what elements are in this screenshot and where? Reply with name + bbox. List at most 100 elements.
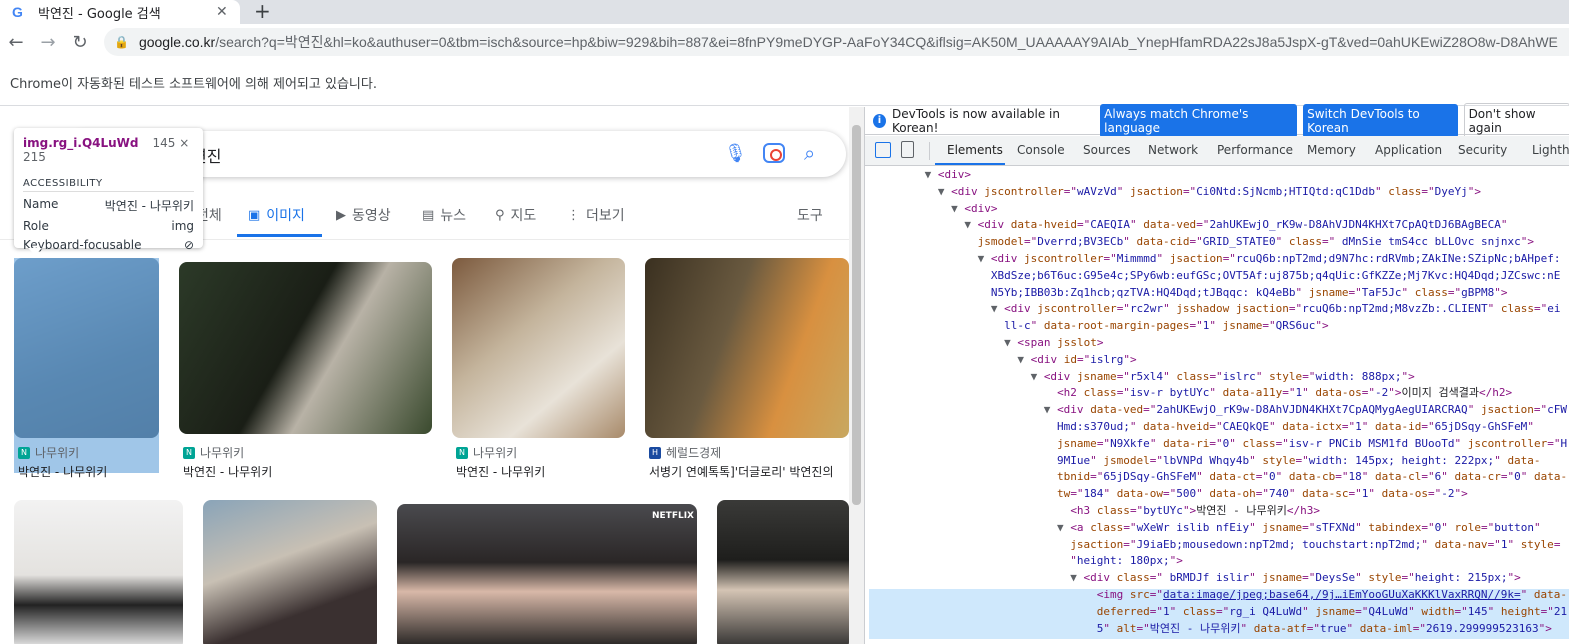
result-image-5[interactable] [14, 500, 183, 644]
tab-news-label: 뉴스 [440, 208, 467, 224]
dom-node[interactable]: jsmodel="Dverrd;BV3ECb" data-cid="GRID_S… [865, 234, 1534, 251]
new-tab-icon[interactable]: + [254, 0, 271, 24]
value: 박연진 - 나무위키 [104, 199, 194, 213]
tab-console[interactable]: Console [1017, 143, 1065, 157]
tools-button[interactable]: 도구 [797, 205, 823, 225]
banner-text: DevTools is now available in Korean! [891, 106, 1060, 135]
result-image-3[interactable] [452, 258, 625, 438]
dom-node[interactable]: jsaction="J9iaEb;mousedown:npT2md; touch… [865, 537, 1560, 554]
source-label: 헤럴드경제 [666, 446, 722, 460]
result-image-8[interactable] [717, 500, 849, 644]
dom-node[interactable]: N5Yb;IBB03b:Zq1hcb;qzTVA:HQ4Dqd;tJBqqc: … [865, 285, 1508, 302]
tab-application[interactable]: Application [1375, 143, 1442, 157]
dom-node-selected[interactable]: 5" alt="박연진 - 나무위키" data-atf="true" data… [865, 621, 1552, 638]
result-image-2[interactable] [179, 262, 432, 434]
browser-tab[interactable]: G 박연진 - Google 검색 ✕ [0, 0, 240, 24]
dont-show-again-button[interactable]: Don't show again [1463, 102, 1569, 139]
url-path: /search?q=박연진&hl=ko&authuser=0&tbm=isch&… [215, 34, 1558, 50]
lock-icon[interactable]: 🔒 [114, 35, 129, 49]
dom-node[interactable]: ▼ <div> [865, 201, 997, 218]
automation-infobar: Chrome이 자동화된 테스트 소프트웨어에 의해 제어되고 있습니다. [0, 60, 1569, 106]
dom-node[interactable]: Hmd:s370ud;" data-hveid="CAEQkQE" data-i… [865, 419, 1534, 436]
switch-korean-button[interactable]: Switch DevTools to Korean [1303, 103, 1458, 138]
dom-node[interactable]: tw="184" data-ow="500" data-oh="740" dat… [865, 486, 1468, 503]
close-tab-icon[interactable]: ✕ [216, 4, 232, 20]
lens-icon[interactable] [763, 143, 785, 163]
dom-node[interactable]: jsname="N9Xkfe" data-ri="0" class="isv-r… [865, 436, 1567, 453]
mic-icon[interactable]: 🎙 [724, 143, 747, 164]
result-image-4[interactable] [645, 258, 849, 438]
device-toolbar-icon[interactable] [901, 141, 914, 158]
tab-maps[interactable]: ⚲ 지도 [495, 205, 536, 225]
dom-node[interactable]: 9MIue" jsmodel="lbVNPd Whqy4b" style="wi… [865, 453, 1541, 470]
dom-node[interactable]: ▼ <div class=" bRMDJf islir" jsname="Dey… [865, 570, 1520, 587]
tab-security[interactable]: Security [1458, 143, 1507, 157]
result-image-7[interactable] [397, 504, 697, 644]
herald-favicon-icon: H [649, 446, 661, 459]
address-bar[interactable]: 🔒 google.co.kr/search?q=박연진&hl=ko&authus… [104, 28, 1569, 56]
page-scrollbar-thumb[interactable] [852, 125, 861, 505]
tab-images[interactable]: ▣ 이미지 [248, 205, 305, 225]
result-caption-3[interactable]: 박연진 - 나무위키 [456, 463, 621, 480]
tab-memory[interactable]: Memory [1307, 143, 1356, 157]
dom-node[interactable]: <h3 class="bytUYc">박연진 - 나무위키</h3> [865, 503, 1320, 520]
dom-node[interactable]: tbnid="65jDSqy-GhSFeM" data-ct="0" data-… [865, 469, 1567, 486]
more-vert-icon: ⋮ [567, 207, 580, 223]
result-source-4[interactable]: H 헤럴드경제 [649, 444, 721, 461]
result-source-1[interactable]: N 나무위키 [18, 444, 79, 461]
tooltip-row-role: Role img [23, 219, 194, 233]
tooltip-section: ACCESSIBILITY [23, 178, 194, 192]
tab-videos-label: 동영상 [352, 208, 391, 224]
dom-node[interactable]: ▼ <div> [865, 167, 971, 184]
tab-news[interactable]: ▤ 뉴스 [422, 205, 466, 225]
namuwiki-favicon-icon: N [183, 446, 195, 459]
dom-node[interactable]: ll-c" data-root-margin-pages="1" jsname=… [865, 318, 1329, 335]
map-pin-icon: ⚲ [495, 207, 505, 223]
tab-elements[interactable]: Elements [947, 143, 1003, 157]
result-caption-1[interactable]: 박연진 - 나무위키 [18, 463, 158, 480]
forward-icon[interactable]: → [32, 32, 64, 53]
dom-node[interactable]: <h2 class="isv-r bytUYc" data-a11y="1" d… [865, 385, 1512, 402]
tab-sources[interactable]: Sources [1083, 143, 1130, 157]
tab-lighthouse[interactable]: Lighthouse [1532, 143, 1569, 157]
tooltip-arrow [28, 248, 42, 255]
divider [929, 142, 930, 160]
source-label: 나무위키 [200, 446, 245, 460]
not-focusable-icon: ⊘ [183, 238, 194, 252]
url-text: google.co.kr/search?q=박연진&hl=ko&authuser… [139, 32, 1558, 52]
reload-icon[interactable]: ↻ [64, 32, 96, 53]
tab-strip: G 박연진 - Google 검색 ✕ + [0, 0, 1569, 24]
inspect-element-icon[interactable] [875, 142, 891, 158]
result-image-6[interactable] [203, 500, 377, 644]
dom-node[interactable]: "height: 180px;"> [865, 553, 1183, 570]
dom-node[interactable]: ▼ <div data-hveid="CAEQIA" data-ved="2ah… [865, 217, 1507, 234]
tab-network[interactable]: Network [1148, 143, 1198, 157]
browser-toolbar: ← → ↻ 🔒 google.co.kr/search?q=박연진&hl=ko&… [0, 24, 1569, 60]
google-favicon-icon: G [12, 4, 23, 20]
dom-node[interactable]: ▼ <div jscontroller="Mimmmd" jsaction="r… [865, 251, 1561, 268]
dom-node[interactable]: ▼ <a class="wXeWr islib nfEiy" jsname="s… [865, 520, 1541, 537]
tab-more[interactable]: ⋮ 더보기 [567, 205, 625, 225]
tools-label: 도구 [797, 208, 823, 224]
result-source-2[interactable]: N 나무위키 [183, 444, 244, 461]
result-caption-4[interactable]: 서병기 연예톡톡]'더글로리' 박연진의 [649, 463, 849, 480]
elements-tree: ▼ <div> ▼ <div jscontroller="wAVzVd" jsa… [865, 167, 1569, 644]
dom-node[interactable]: ▼ <div id="islrg"> [865, 352, 1136, 369]
dom-node[interactable]: ▼ <span jsslot> [865, 335, 1103, 352]
back-icon[interactable]: ← [0, 32, 32, 53]
tooltip-row-focus: Keyboard-focusable ⊘ [23, 238, 194, 252]
dom-node[interactable]: ▼ <div jscontroller="rc2wr" jsshadow jsa… [865, 301, 1561, 318]
result-caption-2[interactable]: 박연진 - 나무위키 [183, 463, 423, 480]
dom-node[interactable]: ▼ <div data-ved="2ahUKEwjO_rK9w-D8AhVJDN… [865, 402, 1567, 419]
search-icon[interactable]: ⌕ [804, 141, 815, 165]
tab-performance[interactable]: Performance [1217, 143, 1293, 157]
dom-node-selected[interactable]: deferred="1" class="rg_i Q4LuWd" jsname=… [865, 604, 1567, 621]
dom-node-selected[interactable]: <img src="data:image/jpeg;base64,/9j…iEm… [865, 587, 1567, 604]
dom-node[interactable]: ▼ <div jscontroller="wAVzVd" jsaction="C… [865, 184, 1481, 201]
match-language-button[interactable]: Always match Chrome's language [1100, 103, 1298, 138]
result-source-3[interactable]: N 나무위키 [456, 444, 517, 461]
dom-node[interactable]: XBdSze;b6T6uc:G95e4c;SPy6wb:eufGSc;OVT5A… [865, 268, 1561, 285]
dom-node[interactable]: ▼ <div jsname="r5xl4" class="islrc" styl… [865, 369, 1415, 386]
value: img [171, 219, 194, 233]
tab-videos[interactable]: ▶ 동영상 [336, 205, 391, 225]
